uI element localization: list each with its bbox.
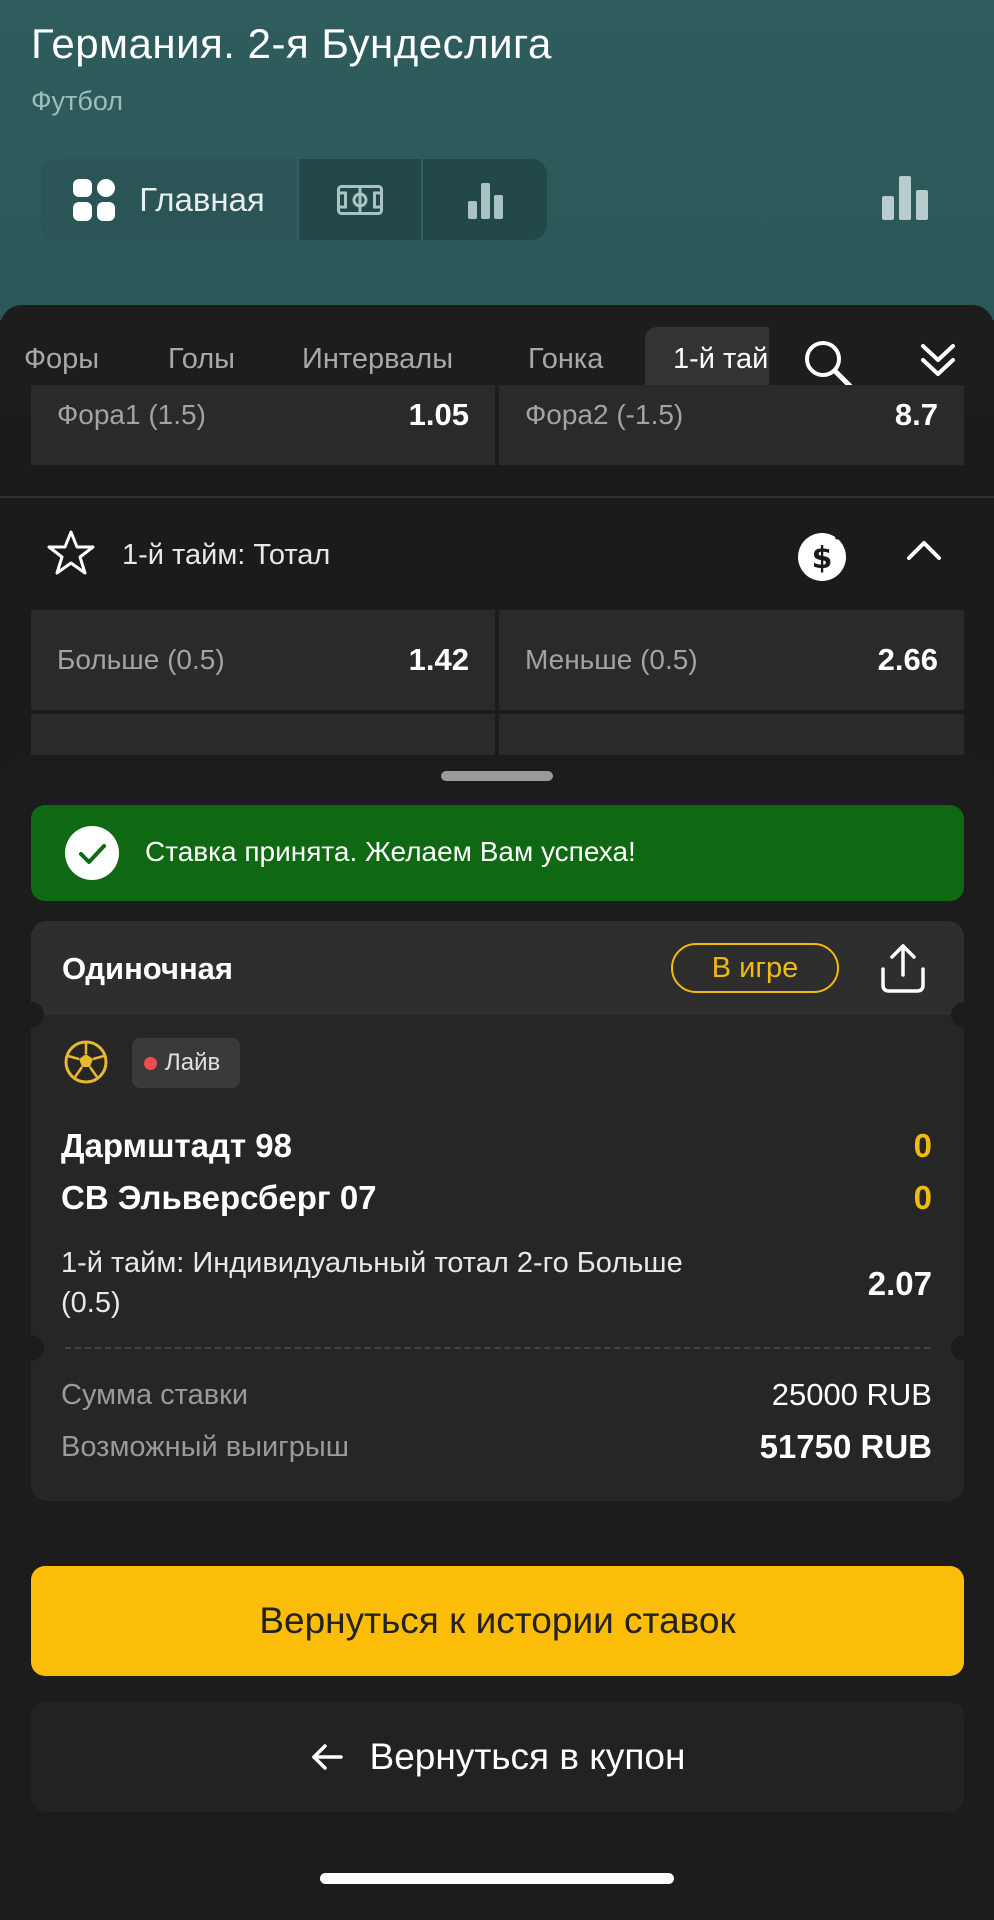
live-dot-icon — [144, 1056, 157, 1070]
home-indicator[interactable] — [320, 1873, 674, 1884]
odds-name: Фора2 (-1.5) — [525, 399, 684, 430]
back-to-coupon-button[interactable]: Вернуться в купон — [31, 1702, 964, 1812]
odds-value: 2.66 — [877, 642, 938, 677]
market-title: 1-й тайм: Тотал — [122, 539, 331, 571]
stake-label: Сумма ставки — [61, 1379, 249, 1411]
tiles-icon — [73, 178, 116, 221]
markets-list: Фора1 (1.5) 1.05 Фора2 (-1.5) 8.7 1-й та… — [0, 385, 994, 774]
tab-intervals[interactable]: Интервалы — [302, 343, 453, 376]
tab-field[interactable] — [299, 159, 423, 240]
live-badge: Лайв — [132, 1038, 240, 1088]
back-to-coupon-label: Вернуться в купон — [369, 1736, 686, 1777]
history-button-label: Вернуться к истории ставок — [259, 1600, 736, 1641]
divider — [0, 496, 994, 498]
win-label: Возможный выигрыш — [61, 1431, 349, 1463]
star-icon[interactable] — [46, 529, 96, 577]
sport-subtitle: Футбол — [31, 86, 124, 116]
soccer-ball-icon — [64, 1040, 108, 1084]
sheet-handle[interactable] — [441, 771, 553, 781]
score-away: 0 — [913, 1179, 932, 1216]
tab-goals[interactable]: Голы — [168, 343, 235, 376]
page-title: Германия. 2-я Бундеслига — [31, 20, 552, 67]
double-chevron-down-icon[interactable] — [920, 340, 956, 380]
header: Германия. 2-я Бундеслига Футбол Главная — [0, 0, 994, 320]
team-away: СВ Эльверсберг 07 — [61, 1179, 377, 1216]
history-button[interactable]: Вернуться к истории ставок — [31, 1566, 964, 1676]
view-switcher: Главная — [41, 159, 547, 240]
bet-card: Одиночная В игре Лайв Дармштадт 98 0 СВ … — [31, 921, 964, 1501]
arrow-left-icon — [311, 1744, 343, 1770]
tab-first-half-label: 1-й тайм — [673, 343, 769, 375]
stats-icon — [467, 181, 503, 219]
odds-value: 1.42 — [408, 642, 469, 677]
stake-value: 25000 RUB — [771, 1377, 932, 1412]
field-icon — [337, 184, 383, 215]
bet-market: 1-й тайм: Индивидуальный тотал 2-го Боль… — [61, 1247, 683, 1319]
odds-name: Фора1 (1.5) — [57, 399, 206, 430]
odds-cell[interactable]: Фора1 (1.5) 1.05 — [31, 385, 495, 465]
share-icon[interactable] — [878, 941, 928, 995]
tab-main[interactable]: Главная — [41, 159, 299, 240]
stats-icon — [882, 176, 928, 220]
chevron-up-icon[interactable] — [906, 539, 942, 561]
card-notch — [951, 1335, 964, 1361]
tab-main-label: Главная — [139, 180, 265, 218]
tab-handicaps[interactable]: Форы — [24, 343, 99, 376]
bet-card-header: Одиночная В игре — [31, 921, 964, 1015]
odds-cell[interactable]: Фора2 (-1.5) 8.7 — [499, 385, 964, 465]
card-notch — [951, 1002, 964, 1028]
bet-type: Одиночная — [62, 951, 234, 986]
search-icon[interactable] — [802, 338, 854, 390]
success-toast: Ставка принята. Желаем Вам успеха! — [31, 805, 964, 901]
status-badge: В игре — [671, 943, 839, 993]
header-stats-button[interactable] — [882, 176, 928, 220]
dashed-divider — [65, 1347, 930, 1349]
odds-name: Меньше (0.5) — [525, 644, 698, 675]
check-icon — [65, 826, 119, 880]
odds-value: 8.7 — [894, 397, 938, 432]
live-label: Лайв — [165, 1049, 221, 1076]
win-value: 51750 RUB — [759, 1428, 932, 1465]
svg-text:$: $ — [812, 541, 833, 576]
team-home: Дармштадт 98 — [61, 1127, 292, 1164]
score-home: 0 — [913, 1127, 932, 1164]
bet-odds: 2.07 — [867, 1265, 932, 1302]
odds-cell[interactable]: Больше (0.5) 1.42 — [31, 610, 495, 710]
odds-value: 1.05 — [408, 397, 469, 432]
tab-race[interactable]: Гонка — [528, 343, 603, 376]
cashout-icon[interactable]: $ — [796, 527, 852, 583]
card-notch — [31, 1335, 44, 1361]
toast-message: Ставка принята. Желаем Вам успеха! — [145, 836, 636, 867]
bet-receipt-sheet: Ставка принята. Желаем Вам успеха! Одино… — [0, 755, 994, 1920]
odds-cell[interactable]: Меньше (0.5) 2.66 — [499, 610, 964, 710]
tab-stats[interactable] — [423, 159, 547, 240]
odds-name: Больше (0.5) — [57, 644, 225, 675]
